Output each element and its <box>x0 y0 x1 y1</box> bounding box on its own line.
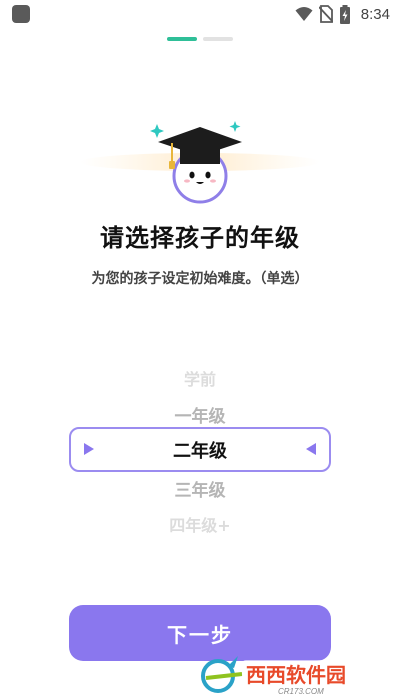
grade-option-selected[interactable]: 二年级 <box>0 437 400 463</box>
status-bar: 8:34 <box>0 0 400 28</box>
status-icons: 8:34 <box>295 4 390 24</box>
no-sim-icon <box>318 5 333 23</box>
mascot-graduate-illustration <box>80 121 320 204</box>
next-step-label: 下一步 <box>167 622 233 647</box>
page-indicator-dot-active <box>167 37 197 41</box>
wifi-icon <box>295 7 313 21</box>
clock: 8:34 <box>360 5 390 23</box>
grade-option[interactable]: 一年级 <box>0 402 400 427</box>
grade-option[interactable]: 三年级 <box>0 476 400 501</box>
app-notification-icon <box>12 5 30 23</box>
sparkle-icon <box>229 121 241 132</box>
page-subtitle: 为您的孩子设定初始难度。（单选） <box>91 271 309 287</box>
watermark-logo: 西西软件园 CR173.COM <box>201 656 392 696</box>
svg-text:西西软件园: 西西软件园 <box>246 663 346 687</box>
selection-marker-icon <box>306 443 316 455</box>
page-indicator-dot <box>203 37 233 41</box>
page-title: 请选择孩子的年级 <box>100 224 300 252</box>
page-indicator <box>0 37 400 41</box>
grade-option[interactable]: 四年级+ <box>0 512 400 536</box>
sparkle-icon <box>150 124 164 138</box>
svg-text:CR173.COM: CR173.COM <box>278 687 324 696</box>
battery-charging-icon <box>339 4 350 24</box>
grade-option[interactable]: 学前 <box>0 366 400 390</box>
